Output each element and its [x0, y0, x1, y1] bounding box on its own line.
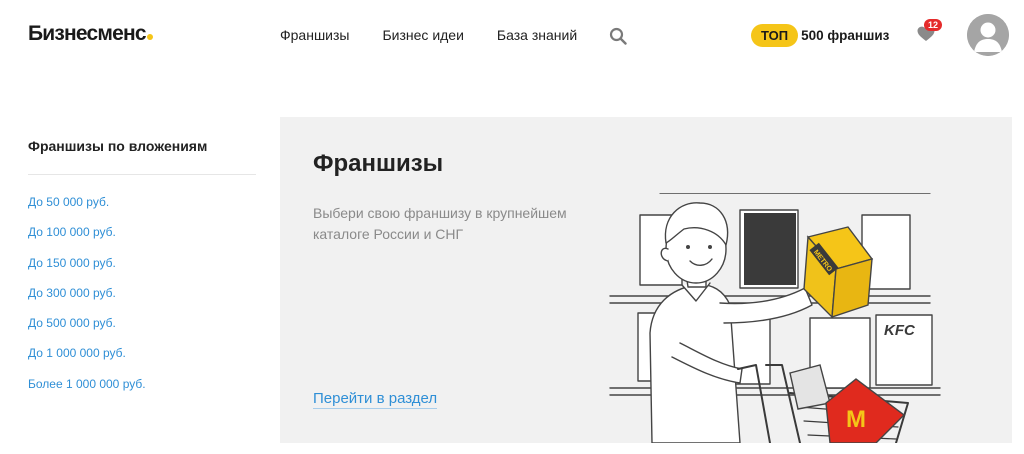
- sidebar: Франшизы по вложениям До 50 000 руб. До …: [28, 118, 256, 399]
- dark-product-box: [744, 213, 796, 285]
- sidebar-item-50k[interactable]: До 50 000 руб.: [28, 187, 256, 217]
- logo-dot: [146, 34, 153, 40]
- kfc-logo: KFC: [884, 322, 916, 339]
- nav-item-knowledge-base[interactable]: База знаний: [497, 27, 577, 43]
- sidebar-item-1m[interactable]: До 1 000 000 руб.: [28, 338, 256, 368]
- logo-text: Бизнесменс: [28, 22, 147, 45]
- top-500-label: 500 франшиз: [801, 28, 890, 43]
- sidebar-item-500k[interactable]: До 500 000 руб.: [28, 308, 256, 338]
- top-500-link[interactable]: ТОП 500 франшиз: [751, 24, 889, 47]
- nav-item-business-ideas[interactable]: Бизнес идеи: [382, 27, 463, 43]
- header: Бизнесменс Франшизы Бизнес идеи База зна…: [0, 0, 1024, 72]
- top-pill: ТОП: [751, 24, 799, 47]
- franchises-card: Франшизы Выбери свою франшизу в крупнейш…: [280, 117, 1012, 443]
- mcdonalds-logo: M: [846, 406, 866, 433]
- card-title: Франшизы: [313, 150, 444, 177]
- card-description: Выбери свою франшизу в крупнейшем катало…: [313, 205, 567, 242]
- nav-item-franchises[interactable]: Франшизы: [280, 27, 349, 43]
- sidebar-item-300k[interactable]: До 300 000 руб.: [28, 278, 256, 308]
- user-avatar-icon[interactable]: [967, 14, 1009, 56]
- search-icon[interactable]: [609, 27, 627, 45]
- go-to-section-link[interactable]: Перейти в раздел: [313, 390, 438, 409]
- sidebar-item-over-1m[interactable]: Более 1 000 000 руб.: [28, 369, 256, 399]
- investment-filter-list: До 50 000 руб. До 100 000 руб. До 150 00…: [28, 187, 256, 399]
- shopping-illustration: KFC METRO M: [609, 193, 941, 443]
- sidebar-item-100k[interactable]: До 100 000 руб.: [28, 217, 256, 247]
- logo[interactable]: Бизнесменс: [28, 22, 153, 46]
- main-nav: Франшизы Бизнес идеи База знаний: [280, 27, 610, 43]
- sidebar-item-150k[interactable]: До 150 000 руб.: [28, 248, 256, 278]
- sidebar-title: Франшизы по вложениям: [28, 138, 256, 175]
- favorites-count-badge: 12: [924, 19, 943, 31]
